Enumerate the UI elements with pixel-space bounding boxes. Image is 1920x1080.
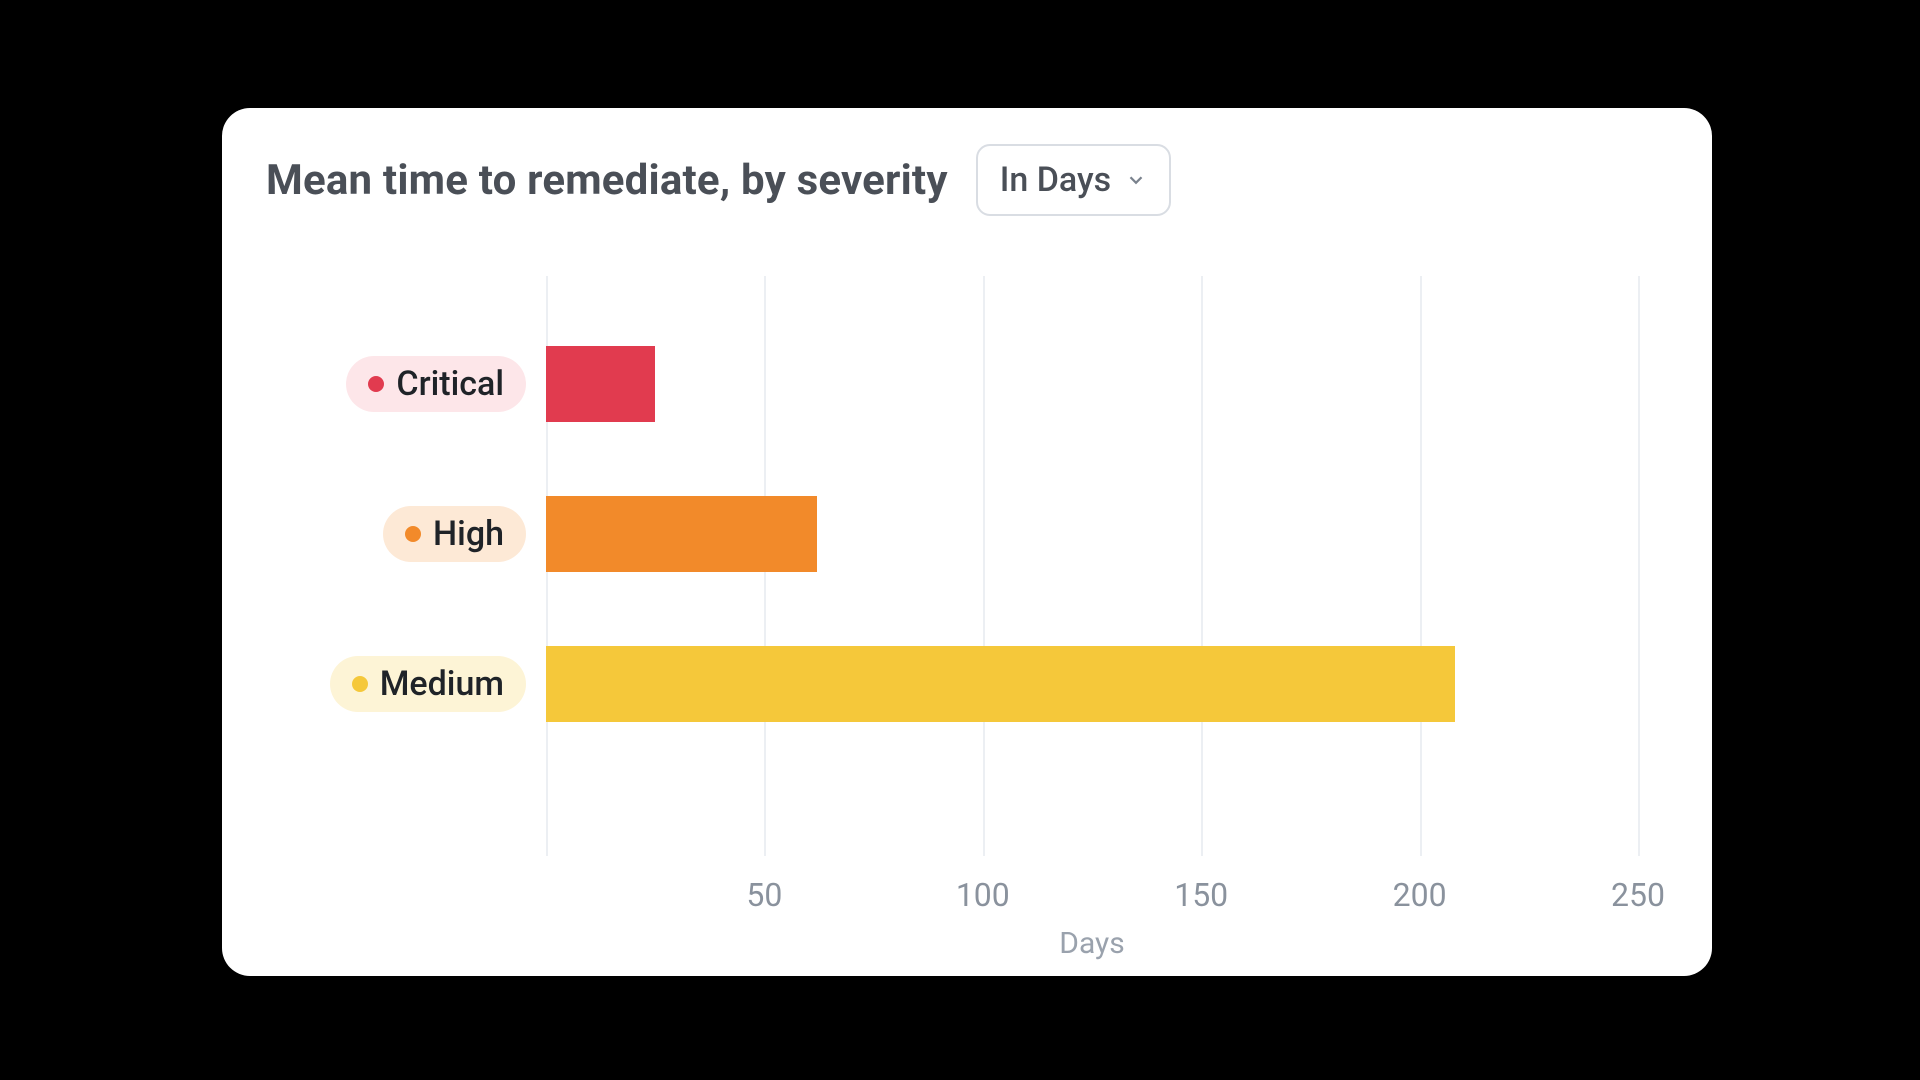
- unit-select-label: In Days: [1000, 160, 1111, 200]
- chevron-down-icon: [1125, 160, 1147, 200]
- bar-high: [546, 496, 817, 572]
- x-tick: 200: [1393, 876, 1447, 914]
- x-axis-label: Days: [546, 926, 1638, 961]
- category-label-slot: Critical: [266, 346, 526, 422]
- x-axis: 50100150200250: [546, 876, 1638, 916]
- severity-label: Critical: [396, 364, 504, 404]
- bar-row: [546, 496, 1638, 572]
- chart-title: Mean time to remediate, by severity: [266, 156, 948, 205]
- severity-dot-icon: [352, 676, 368, 692]
- card-header: Mean time to remediate, by severity In D…: [266, 144, 1668, 216]
- category-label-slot: Medium: [266, 646, 526, 722]
- stage: Mean time to remediate, by severity In D…: [0, 0, 1920, 1080]
- x-tick: 250: [1611, 876, 1665, 914]
- severity-label: High: [433, 514, 504, 554]
- severity-label: Medium: [380, 664, 504, 704]
- severity-dot-icon: [368, 376, 384, 392]
- severity-pill-high: High: [383, 506, 526, 562]
- chart-card: Mean time to remediate, by severity In D…: [222, 108, 1712, 976]
- bar-critical: [546, 346, 655, 422]
- x-tick: 100: [956, 876, 1010, 914]
- gridline: [1638, 276, 1640, 856]
- x-tick: 50: [746, 876, 782, 914]
- chart-area: 50100150200250 Days CriticalHighMedium: [266, 276, 1668, 916]
- plot-region: [546, 276, 1638, 856]
- severity-pill-critical: Critical: [346, 356, 526, 412]
- severity-pill-medium: Medium: [330, 656, 526, 712]
- x-tick: 150: [1174, 876, 1228, 914]
- severity-dot-icon: [405, 526, 421, 542]
- bar-row: [546, 346, 1638, 422]
- category-label-slot: High: [266, 496, 526, 572]
- bar-row: [546, 646, 1638, 722]
- unit-select[interactable]: In Days: [976, 144, 1171, 216]
- bar-medium: [546, 646, 1455, 722]
